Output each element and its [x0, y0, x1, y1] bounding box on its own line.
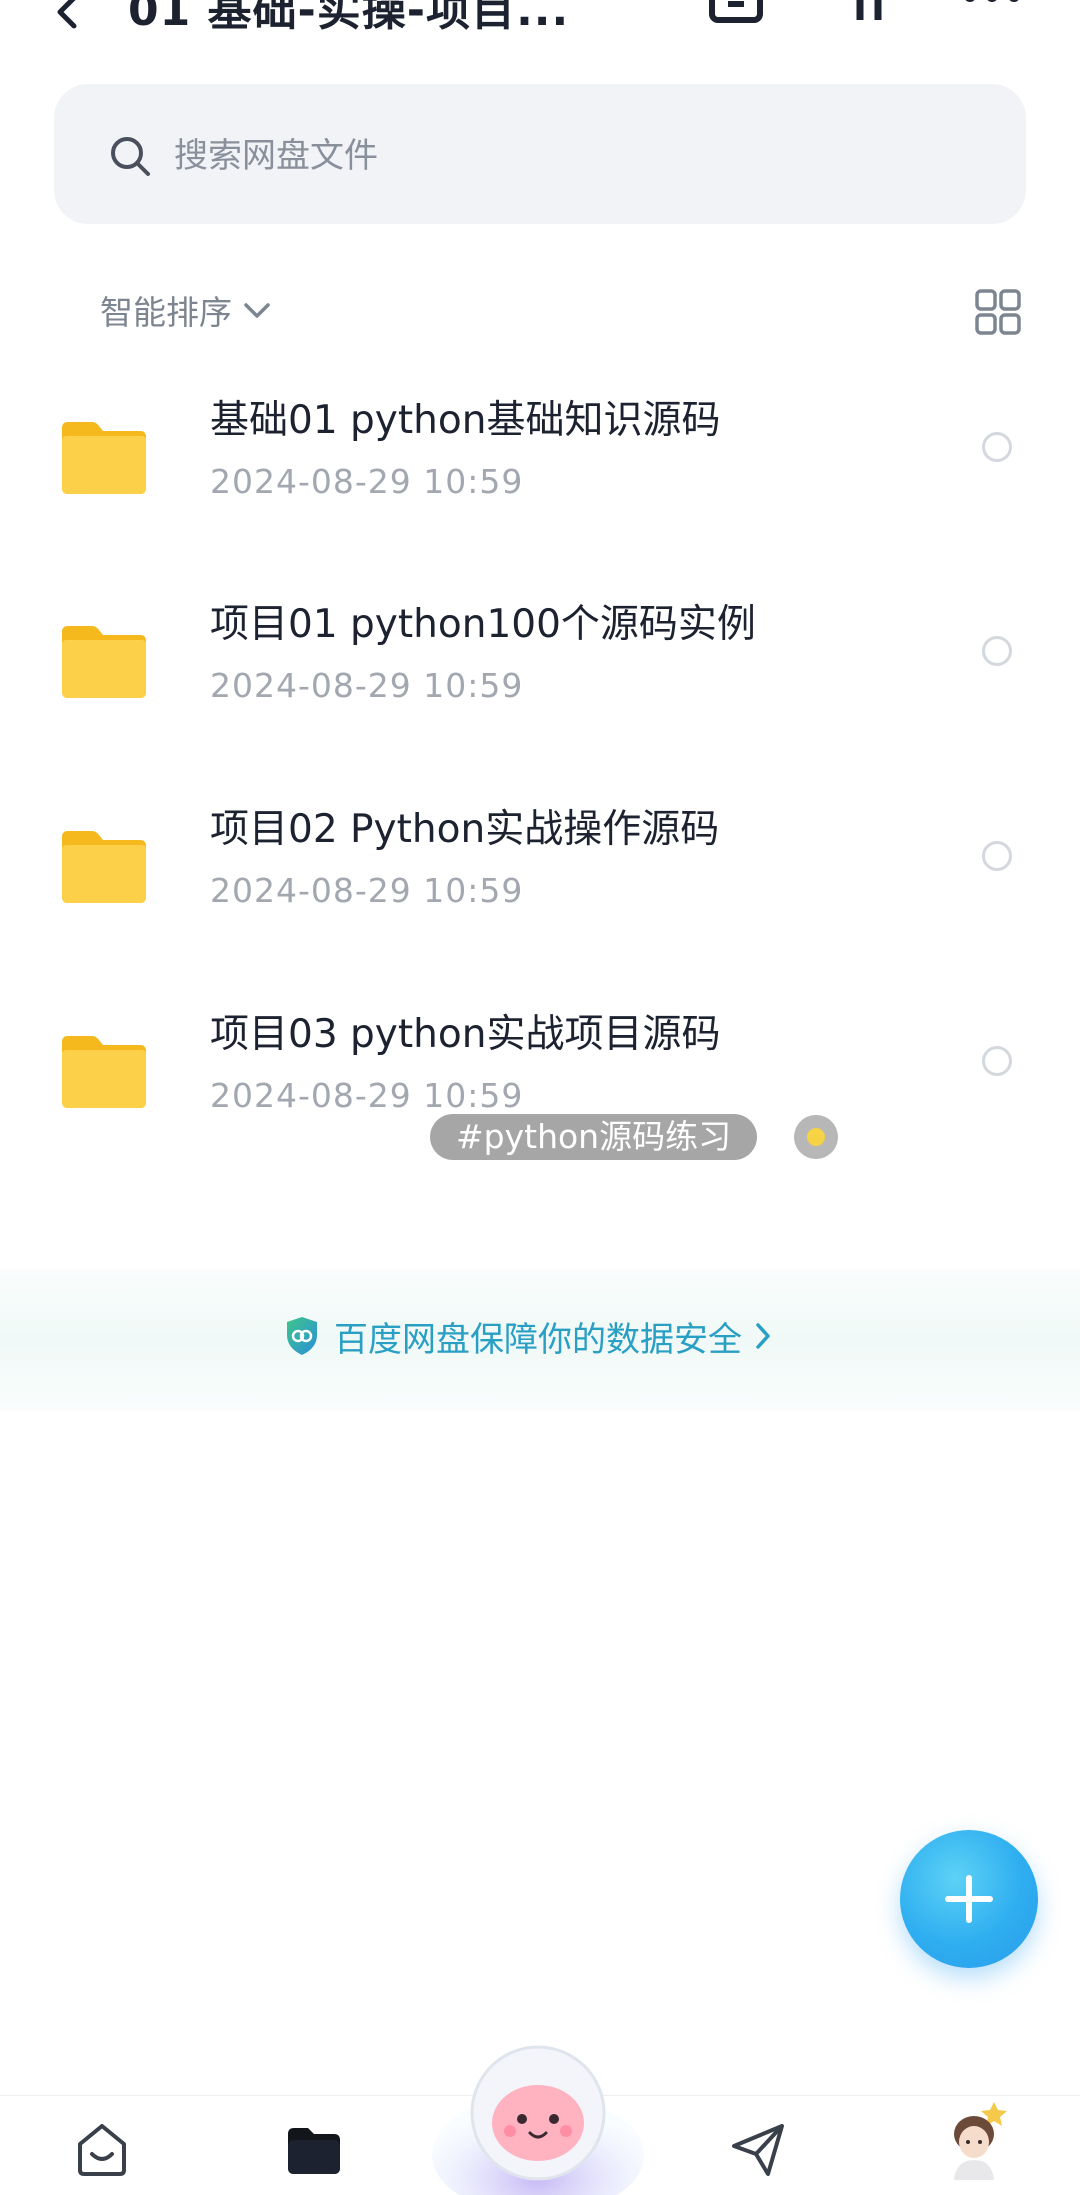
- select-checkbox[interactable]: [982, 1046, 1012, 1076]
- chevron-down-icon: [244, 303, 270, 318]
- select-checkbox[interactable]: [982, 636, 1012, 666]
- folder-row[interactable]: 基础01 python基础知识源码 2024-08-29 10:59: [0, 396, 1080, 566]
- top-bar: 01 基础-实操-项目...: [0, 0, 1080, 60]
- folder-icon: [62, 422, 146, 494]
- hashtag-tag[interactable]: #python源码练习: [430, 1114, 758, 1160]
- page-title: 01 基础-实操-项目...: [128, 0, 570, 36]
- tag-dot-icon: [794, 1115, 838, 1159]
- sort-dropdown[interactable]: 智能排序: [100, 286, 274, 334]
- search-placeholder: 搜索网盘文件: [174, 136, 378, 176]
- folder-date: 2024-08-29 10:59: [210, 871, 524, 910]
- folder-name: 项目01 python100个源码实例: [210, 602, 756, 647]
- shield-icon: [287, 1317, 317, 1355]
- chevron-right-icon: [756, 1323, 770, 1349]
- search-input[interactable]: 搜索网盘文件: [54, 84, 1026, 224]
- folder-row[interactable]: 项目02 Python实战操作源码 2024-08-29 10:59: [0, 805, 1080, 975]
- folder-date: 2024-08-29 10:59: [210, 1076, 524, 1115]
- folder-icon: [62, 1036, 146, 1108]
- grid-view-icon[interactable]: [974, 288, 1022, 336]
- share-icon[interactable]: [728, 2120, 788, 2180]
- home-icon[interactable]: [72, 2120, 132, 2180]
- safety-text: 百度网盘保障你的数据安全: [334, 1319, 742, 1360]
- safety-banner[interactable]: 百度网盘保障你的数据安全: [0, 1270, 1080, 1410]
- folder-date: 2024-08-29 10:59: [210, 666, 524, 705]
- folder-icon: [62, 831, 146, 903]
- folder-row[interactable]: 项目01 python100个源码实例 2024-08-29 10:59: [0, 600, 1080, 770]
- search-icon: [111, 137, 150, 176]
- files-icon[interactable]: [284, 2120, 344, 2180]
- folder-name: 基础01 python基础知识源码: [210, 398, 721, 443]
- folder-date: 2024-08-29 10:59: [210, 462, 524, 501]
- folder-name: 项目03 python实战项目源码: [210, 1012, 721, 1057]
- more-icon[interactable]: [960, 0, 1020, 40]
- select-checkbox[interactable]: [982, 841, 1012, 871]
- new-folder-icon[interactable]: [706, 0, 766, 40]
- mascot-assistant[interactable]: [430, 2035, 646, 2195]
- select-checkbox[interactable]: [982, 432, 1012, 462]
- back-arrow-icon[interactable]: [48, 0, 88, 34]
- safety-link[interactable]: 百度网盘保障你的数据安全: [284, 1306, 774, 1366]
- transfer-icon[interactable]: [840, 0, 900, 40]
- folder-icon: [62, 626, 146, 698]
- add-button[interactable]: [900, 1830, 1038, 1968]
- profile-avatar[interactable]: [946, 2100, 1010, 2180]
- folder-name: 项目02 Python实战操作源码: [210, 807, 720, 852]
- sort-label: 智能排序: [100, 293, 232, 332]
- plus-icon: [945, 1875, 993, 1923]
